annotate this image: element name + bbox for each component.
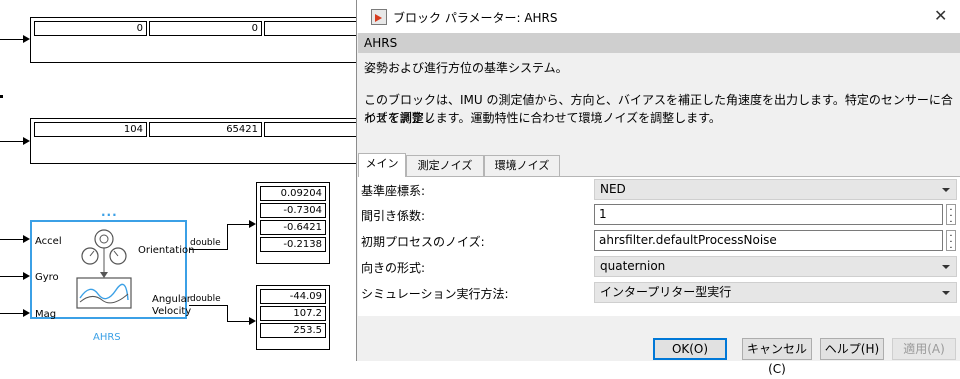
display-cell: 65421 <box>149 122 262 137</box>
line-dot <box>0 95 3 98</box>
parameters-panel: 基準座標系: NED 間引き係数: 1 · · · 初期プロセスのノイズ: ahrs… <box>358 176 960 316</box>
signal-line <box>0 39 24 40</box>
decimation-label: 間引き係数: <box>361 209 426 223</box>
block-parameters-dialog: ブロック パラメーター: AHRS ✕ AHRS 姿勢および進行方位の基準システ… <box>356 0 960 376</box>
signal-line <box>0 313 24 314</box>
cancel-button[interactable]: キャンセル(C) <box>742 338 812 376</box>
signal-line <box>227 305 228 321</box>
signal-arrow <box>23 235 30 243</box>
output-port-angular-1: Angular <box>152 294 191 305</box>
display-cell: -0.2138 <box>260 237 326 252</box>
simulation-mode-label: シミュレーション実行方法: <box>361 287 509 301</box>
signal-type-label: double <box>190 294 221 304</box>
dialog-titlebar[interactable]: ブロック パラメーター: AHRS ✕ <box>357 0 960 33</box>
more-options-icon[interactable]: · · · <box>946 230 956 254</box>
decimation-input[interactable]: 1 <box>594 204 943 225</box>
description-section: AHRS 姿勢および進行方位の基準システム。 このブロックは、IMU の測定値か… <box>358 33 960 150</box>
output-port-angular-2: Velocity <box>152 306 192 317</box>
signal-line <box>227 224 228 250</box>
display-cell: 104 <box>34 122 147 137</box>
input-port-accel: Accel <box>35 236 62 247</box>
display-cell: -44.09 <box>260 289 326 304</box>
simulation-mode-select[interactable]: インタープリター型実行 <box>594 282 957 303</box>
dialog-title: ブロック パラメーター: AHRS <box>393 11 558 25</box>
simulation-mode-value: インタープリター型実行 <box>600 285 732 299</box>
signal-line <box>0 239 24 240</box>
ok-button[interactable]: OK(O) <box>653 338 727 360</box>
tab-environment-noise[interactable]: 環境ノイズ <box>484 155 560 176</box>
display-orientation[interactable]: 0.09204 -0.7304 -0.6421 -0.2138 <box>256 182 330 264</box>
description-line: イズを調整します。運動特性に合わせて環境ノイズを調整します。 <box>364 111 721 125</box>
input-port-mag: Mag <box>35 309 57 320</box>
apply-button[interactable]: 適用(A) <box>892 338 956 360</box>
block-name-label: AHRS <box>93 332 121 343</box>
description-line: 姿勢および進行方位の基準システム。 <box>364 61 568 75</box>
chevron-down-icon <box>942 188 950 192</box>
orientation-format-value: quaternion <box>600 259 666 273</box>
process-noise-label: 初期プロセスのノイズ: <box>361 235 485 249</box>
reference-frame-label: 基準座標系: <box>361 184 426 198</box>
section-title: AHRS <box>358 33 960 53</box>
tab-measurement-noise[interactable]: 測定ノイズ <box>406 155 484 176</box>
display-cell: -0.7304 <box>260 203 326 218</box>
signal-line <box>189 305 227 306</box>
signal-line <box>0 276 24 277</box>
display-angular-velocity[interactable]: -44.09 107.2 253.5 <box>256 285 330 350</box>
signal-arrow <box>23 137 30 145</box>
ahrs-icon <box>76 229 132 309</box>
display-cell: -0.6421 <box>260 220 326 235</box>
help-button[interactable]: ヘルプ(H) <box>820 338 884 360</box>
signal-arrow <box>23 35 30 43</box>
tab-main[interactable]: メイン <box>358 153 406 177</box>
reference-frame-value: NED <box>600 182 626 196</box>
signal-line <box>189 249 227 250</box>
display-cell: 107.2 <box>260 306 326 321</box>
input-port-gyro: Gyro <box>35 272 59 283</box>
orientation-format-select[interactable]: quaternion <box>594 256 957 277</box>
chevron-down-icon <box>942 291 950 295</box>
orientation-format-label: 向きの形式: <box>361 261 426 275</box>
signal-line <box>227 321 249 322</box>
display-block-mid[interactable]: 104 65421 <box>30 118 364 164</box>
close-icon[interactable]: ✕ <box>934 6 947 25</box>
signal-type-label: double <box>190 238 221 248</box>
display-cell: 0.09204 <box>260 186 326 201</box>
signal-line <box>0 141 24 142</box>
display-cell: 0 <box>34 21 147 36</box>
simulink-block-icon <box>371 9 387 25</box>
signal-line <box>227 224 249 225</box>
block-menu-dots[interactable]: ... <box>101 205 118 219</box>
reference-frame-select[interactable]: NED <box>594 179 957 200</box>
display-block-top[interactable]: 0 0 <box>30 17 364 63</box>
signal-arrow <box>23 272 30 280</box>
process-noise-input[interactable]: ahrsfilter.defaultProcessNoise <box>594 230 943 251</box>
display-cell <box>264 21 364 36</box>
signal-arrow <box>23 309 30 317</box>
signal-arrow <box>249 317 256 325</box>
more-options-icon[interactable]: · · · <box>946 204 956 228</box>
display-cell: 0 <box>149 21 262 36</box>
ahrs-block[interactable]: Accel Gyro Mag Orientation Angular Veloc… <box>30 220 194 320</box>
chevron-down-icon <box>942 265 950 269</box>
output-port-orientation: Orientation <box>138 245 195 256</box>
display-cell: 253.5 <box>260 323 326 338</box>
signal-arrow <box>249 220 256 228</box>
display-cell <box>264 122 364 137</box>
